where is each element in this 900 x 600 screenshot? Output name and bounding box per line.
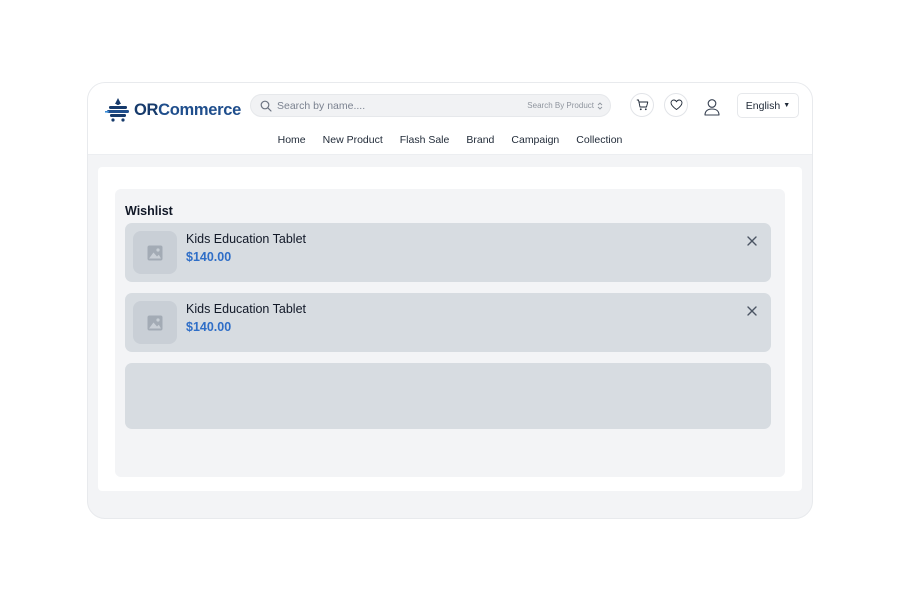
product-price: $140.00: [186, 250, 232, 264]
search-scope-select[interactable]: Search By Product: [527, 101, 603, 111]
nav-item-brand[interactable]: Brand: [466, 133, 494, 147]
wishlist-title: Wishlist: [125, 204, 173, 218]
logo-mark-icon: [105, 98, 129, 122]
search-icon[interactable]: [260, 100, 272, 112]
wishlist-button[interactable]: [664, 93, 688, 117]
search-scope-label: Search By Product: [527, 101, 594, 110]
logo-wordmark-highlight: OR: [134, 100, 159, 119]
close-icon: [747, 236, 757, 246]
wishlist-item[interactable]: Kids Education Tablet $140.00: [125, 223, 771, 282]
wishlist-item[interactable]: Kids Education Tablet $140.00: [125, 293, 771, 352]
product-price: $140.00: [186, 320, 232, 334]
site-header: ORCommerce Search By Product: [88, 83, 812, 155]
search-bar: Search By Product: [250, 94, 611, 117]
app-window: ORCommerce Search By Product: [87, 82, 813, 519]
logo-wordmark-rest: Commerce: [158, 100, 242, 119]
image-placeholder-icon: [147, 315, 163, 330]
remove-item-button[interactable]: [745, 234, 759, 248]
wishlist-panel: Wishlist Kids Education Tablet $140.00 K…: [115, 189, 785, 477]
main-content: Wishlist Kids Education Tablet $140.00 K…: [98, 167, 802, 491]
cart-icon: [636, 99, 648, 111]
nav-item-new-product[interactable]: New Product: [323, 133, 383, 147]
heart-icon: [670, 99, 682, 111]
image-placeholder-icon: [147, 245, 163, 260]
product-name[interactable]: Kids Education Tablet: [186, 232, 306, 246]
nav-item-flash-sale[interactable]: Flash Sale: [400, 133, 450, 147]
user-icon: [704, 99, 720, 116]
product-name[interactable]: Kids Education Tablet: [186, 302, 306, 316]
remove-item-button[interactable]: [745, 304, 759, 318]
caret-down-icon: ▼: [783, 102, 791, 109]
nav-item-collection[interactable]: Collection: [576, 133, 622, 147]
product-thumbnail[interactable]: [133, 231, 177, 274]
close-icon: [747, 306, 757, 316]
nav-item-home[interactable]: Home: [278, 133, 306, 147]
wishlist-item-skeleton: [125, 363, 771, 429]
site-logo[interactable]: ORCommerce: [104, 96, 241, 124]
cart-button[interactable]: [630, 93, 654, 117]
nav-item-campaign[interactable]: Campaign: [511, 133, 559, 147]
language-label: English: [745, 99, 781, 112]
logo-wordmark: ORCommerce: [134, 101, 241, 120]
product-thumbnail[interactable]: [133, 301, 177, 344]
account-button[interactable]: [703, 97, 721, 117]
chevron-up-down-icon: [597, 101, 603, 110]
main-nav: Home New Product Flash Sale Brand Campai…: [88, 133, 812, 147]
language-select[interactable]: English ▼: [737, 93, 799, 118]
search-input[interactable]: [277, 99, 528, 112]
